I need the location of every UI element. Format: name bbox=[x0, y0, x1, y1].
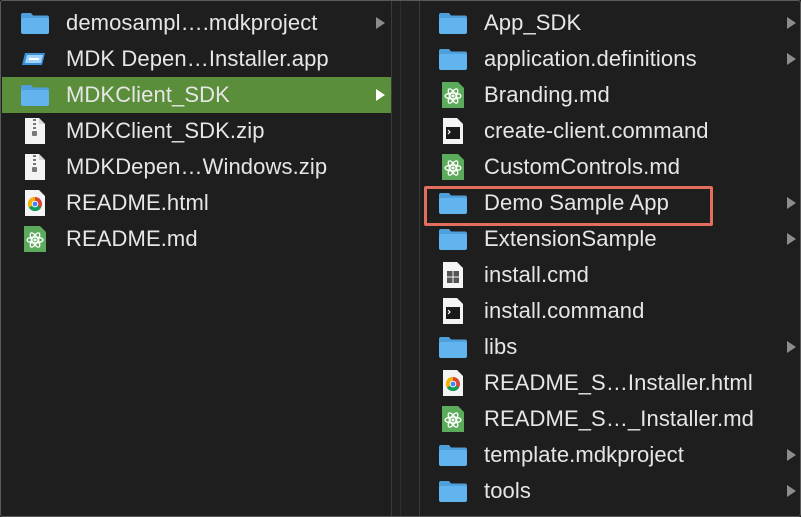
chevron-right-icon bbox=[787, 485, 796, 497]
file-name-label: MDKClient_SDK.zip bbox=[66, 118, 265, 143]
folder-icon bbox=[438, 44, 468, 74]
atom-markdown-icon bbox=[20, 224, 50, 254]
chevron-right-icon bbox=[787, 53, 796, 65]
zip-file-icon bbox=[20, 116, 50, 146]
file-name-label: CustomControls.md bbox=[484, 154, 681, 179]
chevron-right-icon bbox=[787, 341, 796, 353]
file-row-branding-md[interactable]: Branding.md bbox=[420, 77, 800, 113]
folder-icon bbox=[20, 8, 50, 38]
file-row-install-command[interactable]: install.command bbox=[420, 293, 800, 329]
file-row-extensionsample[interactable]: ExtensionSample bbox=[420, 221, 800, 257]
file-row-readme-s-installer-md[interactable]: README_S…_Installer.md bbox=[420, 401, 800, 437]
zip-file-icon bbox=[20, 152, 50, 182]
file-name-label: Demo Sample App bbox=[484, 190, 669, 215]
app-icon bbox=[20, 44, 50, 74]
file-row-readme-s-installer-html[interactable]: README_S…Installer.html bbox=[420, 365, 800, 401]
file-name-label: README.html bbox=[66, 190, 209, 215]
file-row-app-sdk[interactable]: App_SDK bbox=[420, 5, 800, 41]
chevron-right-icon bbox=[787, 449, 796, 461]
folder-icon bbox=[438, 476, 468, 506]
file-row-mdkclient-sdk-zip[interactable]: MDKClient_SDK.zip bbox=[2, 113, 391, 149]
terminal-script-icon bbox=[438, 296, 468, 326]
file-row-libs[interactable]: libs bbox=[420, 329, 800, 365]
file-row-create-client-command[interactable]: create-client.command bbox=[420, 113, 800, 149]
chevron-right-icon bbox=[787, 197, 796, 209]
atom-markdown-icon bbox=[438, 80, 468, 110]
folder-icon bbox=[438, 224, 468, 254]
chrome-html-icon bbox=[438, 368, 468, 398]
chevron-right-icon bbox=[376, 17, 385, 29]
finder-column-view: demosampl….mdkproject MDK Depen…Installer… bbox=[0, 0, 801, 517]
file-name-label: install.cmd bbox=[484, 262, 590, 287]
folder-icon bbox=[438, 440, 468, 470]
file-name-label: ExtensionSample bbox=[484, 226, 657, 251]
atom-markdown-icon bbox=[438, 152, 468, 182]
folder-icon bbox=[438, 332, 468, 362]
file-name-label: App_SDK bbox=[484, 10, 582, 35]
file-name-label: create-client.command bbox=[484, 118, 709, 143]
file-name-label: MDK Depen…Installer.app bbox=[66, 46, 329, 71]
chrome-html-icon bbox=[20, 188, 50, 218]
file-name-label: MDKClient_SDK bbox=[66, 82, 230, 107]
folder-icon bbox=[438, 188, 468, 218]
folder-icon bbox=[20, 80, 50, 110]
chevron-right-icon bbox=[376, 89, 385, 101]
file-row-customcontrols-md[interactable]: CustomControls.md bbox=[420, 149, 800, 185]
file-row-mdkclient-sdk[interactable]: MDKClient_SDK bbox=[2, 77, 391, 113]
file-name-label: README.md bbox=[66, 226, 198, 251]
chevron-right-icon bbox=[787, 17, 796, 29]
file-row-install-cmd[interactable]: install.cmd bbox=[420, 257, 800, 293]
atom-markdown-icon bbox=[438, 404, 468, 434]
column-divider[interactable] bbox=[391, 1, 420, 516]
file-row-application-definitions[interactable]: application.definitions bbox=[420, 41, 800, 77]
chevron-right-icon bbox=[787, 233, 796, 245]
file-name-label: libs bbox=[484, 334, 518, 359]
file-name-label: Branding.md bbox=[484, 82, 610, 107]
file-name-label: template.mdkproject bbox=[484, 442, 684, 467]
file-row-readme-md[interactable]: README.md bbox=[2, 221, 391, 257]
terminal-script-icon bbox=[438, 116, 468, 146]
right-column: App_SDK application.definitions Branding.m… bbox=[420, 1, 800, 516]
file-row-readme-html[interactable]: README.html bbox=[2, 185, 391, 221]
file-name-label: application.definitions bbox=[484, 46, 697, 71]
file-row-demo-sample-app[interactable]: Demo Sample App bbox=[420, 185, 800, 226]
file-name-label: install.command bbox=[484, 298, 645, 323]
left-column: demosampl….mdkproject MDK Depen…Installer… bbox=[2, 1, 391, 516]
file-name-label: MDKDepen…Windows.zip bbox=[66, 154, 328, 179]
file-name-label: README_S…_Installer.md bbox=[484, 406, 754, 431]
file-row-tools[interactable]: tools bbox=[420, 473, 800, 509]
file-row-mdk-depen-installer-app[interactable]: MDK Depen…Installer.app bbox=[2, 41, 391, 77]
file-row-template-mdkproject[interactable]: template.mdkproject bbox=[420, 437, 800, 473]
windows-cmd-icon bbox=[438, 260, 468, 290]
file-row-mdkdepen-windows-zip[interactable]: MDKDepen…Windows.zip bbox=[2, 149, 391, 185]
folder-icon bbox=[438, 8, 468, 38]
file-name-label: README_S…Installer.html bbox=[484, 370, 753, 395]
file-name-label: tools bbox=[484, 478, 531, 503]
file-name-label: demosampl….mdkproject bbox=[66, 10, 318, 35]
file-row-demosampl-mdkproject[interactable]: demosampl….mdkproject bbox=[2, 5, 391, 41]
